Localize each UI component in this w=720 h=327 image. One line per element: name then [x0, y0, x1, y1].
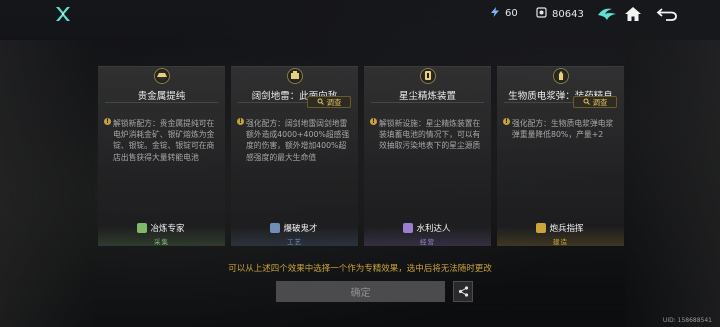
specialization-badge: 冶炼专家: [131, 222, 191, 234]
badge-label: 炮兵指挥: [549, 224, 584, 234]
badge-category: 建造: [553, 238, 568, 246]
currency-value: 80643: [552, 8, 584, 20]
currency-icon: [536, 7, 547, 21]
badge-label: 冶炼专家: [150, 224, 185, 234]
background-left-panel: [0, 40, 95, 327]
badge-emblem-icon: [270, 223, 281, 233]
badge-emblem-icon: [536, 223, 547, 233]
card-description: 强化配方：阔剑地雷阔剑地雷额外造成4000+400%超感强度的伤害，额外增加40…: [246, 119, 350, 162]
card-description: 强化配方：生物质电浆弹电浆弹重量降低80%，产量+2: [512, 119, 614, 140]
currency-counter: 80643: [536, 7, 584, 21]
energy-value: 60: [505, 8, 518, 19]
share-button[interactable]: [453, 281, 473, 302]
specialization-badge: 炮兵指挥: [530, 222, 590, 234]
badge-category: 工艺: [287, 238, 302, 246]
badge-label: 水利达人: [416, 224, 451, 234]
info-bullet-icon: !: [237, 118, 244, 125]
card-divider: [105, 102, 218, 103]
card-description: 解锁新配方：贵金属提纯可在电炉消耗金矿、银矿熔炼为金锭、银锭。金锭、银锭可在商店…: [113, 119, 215, 162]
investigate-button[interactable]: 调查: [307, 96, 351, 108]
info-bullet-icon: !: [503, 118, 510, 125]
badge-emblem-icon: [403, 223, 414, 233]
investigate-label: 调查: [326, 97, 342, 107]
magnifier-icon: [317, 98, 324, 107]
info-bullet-icon: !: [370, 118, 377, 125]
badge-category: 经营: [420, 238, 435, 246]
card-description: 解锁新设施：星尘精炼装置在装填蓄电池的情况下，可以有效抽取污染地表下的星尘源质: [379, 119, 481, 151]
top-bar: 60 80643: [0, 0, 720, 28]
selection-hint: 可以从上述四个效果中选择一个作为专精效果，选中后将无法随时更改: [228, 264, 492, 274]
badge-label: 爆破鬼才: [283, 224, 318, 234]
specialization-badge: 爆破鬼才: [264, 222, 324, 234]
magnifier-icon: [583, 98, 590, 107]
faction-emblem-icon[interactable]: [596, 4, 618, 24]
badge-emblem-icon: [137, 223, 148, 233]
card-divider: [371, 102, 484, 103]
back-arrow-icon[interactable]: [656, 4, 678, 24]
mine-icon: [287, 68, 303, 84]
card-title: 星尘精炼装置: [398, 91, 456, 102]
share-icon: [458, 282, 469, 301]
energy-counter: 60: [490, 7, 518, 20]
ingot-icon: [154, 68, 170, 84]
purifier-icon: [420, 68, 436, 84]
investigate-label: 调查: [592, 97, 608, 107]
badge-category: 采集: [154, 238, 169, 246]
confirm-button[interactable]: 确定: [276, 281, 445, 302]
specialization-badge: 水利达人: [397, 222, 457, 234]
energy-icon: [490, 7, 500, 20]
background-right-panel: [625, 40, 720, 327]
uid-label: UID: 158688541: [662, 317, 712, 324]
home-icon[interactable]: [622, 4, 644, 24]
game-logo-x-icon[interactable]: [54, 5, 72, 23]
investigate-button[interactable]: 调查: [573, 96, 617, 108]
card-title: 贵金属提纯: [137, 91, 186, 102]
shell-icon: [553, 68, 569, 84]
info-bullet-icon: !: [104, 118, 111, 125]
